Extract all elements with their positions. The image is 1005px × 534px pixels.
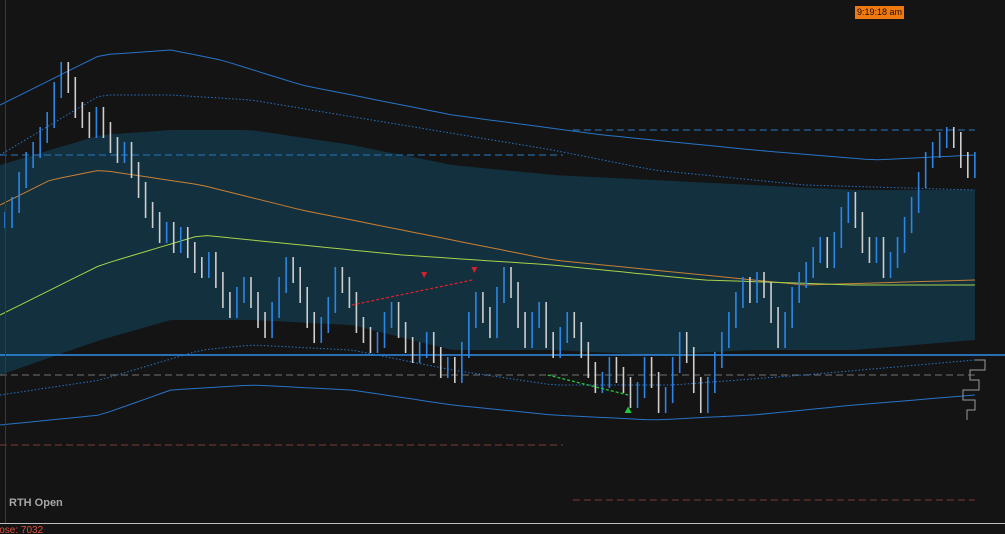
chart-window: 9:19:18 am RTH Open lose: 7032 [0,0,1005,534]
band-layer [0,130,975,375]
time-badge: 9:19:18 am [855,6,905,19]
band-fill [0,130,975,375]
price-chart[interactable] [0,0,1005,534]
session-label: RTH Open [9,497,63,509]
indicator-line-5 [0,384,975,426]
chart-left-border [5,0,6,524]
close-label: lose: 7032 [0,525,44,534]
volume-profile-layer [962,359,986,420]
volume-profile-outline [962,359,986,420]
chart-bottom-border [0,523,1005,524]
indicator-line-4 [0,344,975,396]
